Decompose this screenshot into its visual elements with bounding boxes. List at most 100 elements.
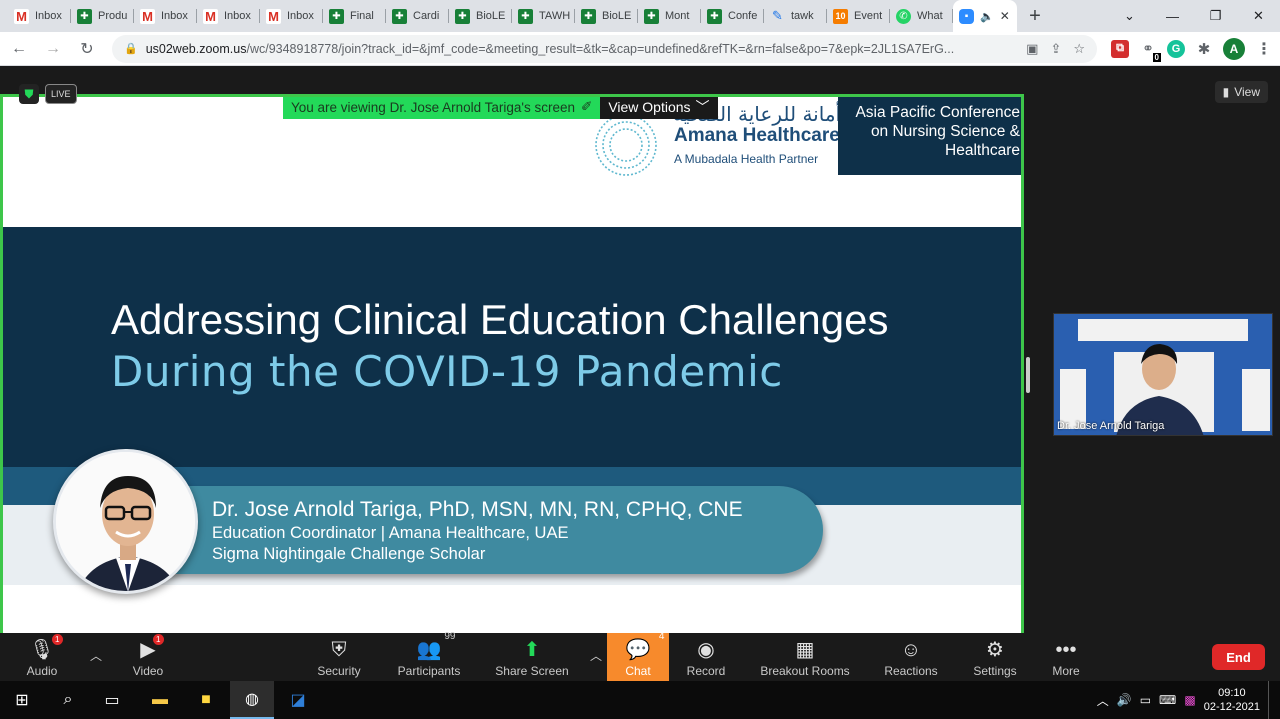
sheets-icon: ✚ (455, 8, 470, 24)
url-host: us02web.zoom.us (145, 41, 247, 56)
profile-avatar[interactable]: A (1223, 37, 1245, 60)
browser-menu-icon[interactable]: ⋮ (1255, 40, 1273, 58)
windows-start-icon[interactable]: ⊞ (0, 681, 44, 719)
record-button[interactable]: ◉ Record (682, 633, 730, 681)
tab-zoom-active[interactable]: ▪ 🔈 ✕ (953, 0, 1017, 32)
browser-tab[interactable]: ✚ Cardi (386, 0, 449, 32)
search-icon[interactable]: ⌕ (46, 681, 90, 719)
browser-tab[interactable]: M Inbox (260, 0, 323, 32)
browser-tab[interactable]: 10 Event (827, 0, 890, 32)
settings-button[interactable]: ⚙ Settings (968, 633, 1022, 681)
bookmark-star-icon[interactable]: ☆ (1073, 41, 1085, 57)
resize-handle[interactable] (1026, 357, 1030, 393)
reload-button[interactable]: ↻ (72, 34, 102, 64)
browser-tab[interactable]: ✚ Final (323, 0, 386, 32)
audio-options-chevron-icon[interactable]: ︿ (90, 647, 102, 664)
link-extension-icon[interactable]: ⚭ 0 (1139, 40, 1161, 62)
tab-label: Final (350, 10, 374, 22)
browser-tab[interactable]: ✚ TAWH (512, 0, 575, 32)
brand-name: Amana Healthcare (674, 125, 840, 146)
participant-video-image (1054, 314, 1272, 435)
browser-tab[interactable]: ✆ What (890, 0, 953, 32)
forward-button[interactable]: → (38, 34, 68, 64)
language-icon[interactable]: ⌨ (1159, 693, 1176, 707)
outlook-icon[interactable]: ◪ (276, 681, 320, 719)
browser-tab[interactable]: ✚ Mont (638, 0, 701, 32)
share-screen-button[interactable]: ⬆ Share Screen (492, 633, 572, 681)
tab-search-icon[interactable]: ⌄ (1108, 0, 1151, 32)
minimize-button[interactable]: — (1151, 0, 1194, 32)
viewing-banner-text: You are viewing Dr. Jose Arnold Tariga's… (291, 99, 575, 115)
browser-tab[interactable]: ✚ Confe (701, 0, 764, 32)
taskbar-clock[interactable]: 09:10 02-12-2021 (1204, 686, 1260, 714)
task-view-icon[interactable]: ▭ (90, 681, 134, 719)
browser-tab[interactable]: M Inbox (134, 0, 197, 32)
speaker-icon[interactable]: 🔈 (980, 10, 994, 23)
viewing-screen-notice: You are viewing Dr. Jose Arnold Tariga's… (283, 97, 601, 119)
notifications-icon[interactable] (1268, 681, 1272, 719)
tray-chevron-up-icon[interactable]: ︿ (1097, 692, 1109, 709)
back-button[interactable]: ← (4, 34, 34, 64)
browser-tab[interactable]: ✚ BioLE (449, 0, 512, 32)
reactions-button[interactable]: ☺ Reactions (880, 633, 942, 681)
breakout-rooms-button[interactable]: ▦ Breakout Rooms (758, 633, 852, 681)
browser-tab[interactable]: ✚ BioLE (575, 0, 638, 32)
chrome-icon[interactable]: ◍ (230, 681, 274, 719)
reactions-icon: ☺ (900, 639, 922, 661)
sticky-notes-icon[interactable]: ■ (184, 681, 228, 719)
grammarly-icon[interactable]: G (1167, 39, 1185, 58)
video-button[interactable]: ▶ 1 Video (124, 633, 172, 681)
camera-icon: ▶ 1 (140, 634, 164, 662)
microphone-icon: 🎙 1 (29, 634, 63, 662)
sheets-icon: ✚ (329, 8, 344, 24)
network-icon[interactable]: ▭ (1140, 693, 1151, 707)
audio-button[interactable]: 🎙 1 Audio (18, 633, 66, 681)
address-bar[interactable]: 🔒 us02web.zoom.us/wc/9348918778/join?tra… (112, 34, 1097, 63)
speaker-name: Dr. Jose Arnold Tariga, PhD, MSN, MN, RN… (212, 498, 743, 521)
tab-label: Inbox (161, 10, 188, 22)
chat-icon: 💬 4 (625, 631, 665, 661)
url-rest: /wc/9348918778/join?track_id=&jmf_code=&… (246, 41, 955, 56)
more-button[interactable]: ••• More (1044, 633, 1088, 681)
view-button[interactable]: ▮ View (1214, 81, 1268, 103)
url-text: us02web.zoom.us/wc/9348918778/join?track… (146, 42, 1026, 56)
reactions-label: Reactions (884, 664, 938, 678)
lock-icon[interactable]: 🔒 (124, 42, 138, 55)
encryption-shield-icon[interactable]: ⛊ (19, 84, 39, 104)
tray-app-icon[interactable]: ▩ (1184, 693, 1195, 707)
tab-label: TAWH (539, 10, 571, 22)
participant-video-thumbnail[interactable]: Dr. Jose Arnold Tariga (1053, 313, 1273, 436)
close-tab-icon[interactable]: ✕ (1000, 9, 1010, 23)
record-label: Record (686, 664, 726, 678)
chat-button[interactable]: 💬 4 Chat (607, 631, 669, 681)
view-options-dropdown[interactable]: View Options ﹀ (600, 97, 718, 119)
windows-taskbar: ⊞ ⌕ ▭ ▬ ■ ◍ ◪ ︿ 🔊 ▭ ⌨ ▩ 09:10 02-12-2021 (0, 681, 1280, 719)
site-settings-icon[interactable]: ▣ (1026, 41, 1038, 57)
end-meeting-button[interactable]: End (1212, 644, 1265, 670)
sheets-icon: ✚ (392, 8, 407, 24)
volume-icon[interactable]: 🔊 (1117, 693, 1132, 707)
more-dots-icon: ••• (1055, 639, 1077, 661)
participants-button[interactable]: 👥 99 Participants (392, 631, 466, 681)
extensions-puzzle-icon[interactable]: ✱ (1195, 40, 1213, 58)
system-tray: ︿ 🔊 ▭ ⌨ ▩ 09:10 02-12-2021 (1097, 681, 1272, 719)
new-tab-button[interactable]: + (1017, 0, 1053, 32)
speaker-portrait-image (56, 452, 195, 591)
pdf-extension-icon[interactable]: ⧉ (1111, 39, 1129, 58)
participant-name-label: Dr. Jose Arnold Tariga (1057, 420, 1165, 432)
share-icon[interactable]: ⇪ (1050, 41, 1061, 57)
gmail-icon: M (14, 8, 29, 24)
browser-tab[interactable]: M Inbox (8, 0, 71, 32)
conference-box: Asia Pacific Conference on Nursing Scien… (838, 97, 1021, 175)
close-window-button[interactable]: ✕ (1237, 0, 1280, 32)
share-options-chevron-icon[interactable]: ︿ (590, 647, 602, 664)
security-button[interactable]: ⛨ Security (308, 633, 370, 681)
tab-label: Event (854, 10, 883, 22)
file-explorer-icon[interactable]: ▬ (138, 681, 182, 719)
browser-tab[interactable]: ✚ Produ (71, 0, 134, 32)
browser-tab[interactable]: M Inbox (197, 0, 260, 32)
maximize-button[interactable]: ❐ (1194, 0, 1237, 32)
browser-tab[interactable]: ✎ tawk (764, 0, 827, 32)
sheets-icon: ✚ (518, 8, 533, 24)
gmail-icon: M (140, 8, 155, 24)
